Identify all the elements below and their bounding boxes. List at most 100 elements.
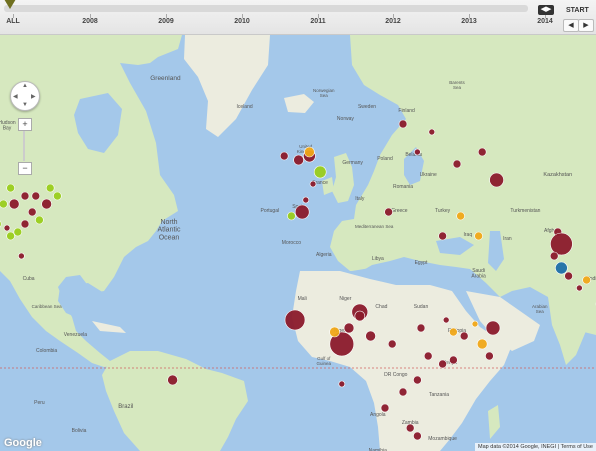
event-marker[interactable] <box>27 207 37 217</box>
event-marker[interactable] <box>405 423 415 433</box>
event-marker[interactable] <box>474 231 483 241</box>
event-marker[interactable] <box>413 375 422 385</box>
map-label-iran: Iran <box>503 236 512 242</box>
pan-up-icon[interactable]: ▲ <box>22 83 28 89</box>
event-marker[interactable] <box>582 275 591 285</box>
timeline-year-2009[interactable]: 2009 <box>158 18 174 25</box>
timeline-year-2010[interactable]: 2010 <box>234 18 250 25</box>
event-marker[interactable] <box>564 271 573 281</box>
event-marker[interactable] <box>6 231 15 241</box>
event-marker[interactable] <box>380 403 390 413</box>
event-marker[interactable] <box>485 351 494 361</box>
zoom-out-button[interactable]: − <box>18 162 32 175</box>
event-marker[interactable] <box>167 374 178 386</box>
terms-of-use-link[interactable]: Terms of Use <box>561 444 593 450</box>
event-marker[interactable] <box>442 316 450 324</box>
event-marker[interactable] <box>387 339 397 349</box>
event-marker[interactable] <box>6 183 15 193</box>
event-marker[interactable] <box>456 211 465 221</box>
event-marker[interactable] <box>416 323 426 333</box>
event-marker[interactable] <box>53 191 62 201</box>
event-marker[interactable] <box>438 359 447 369</box>
event-marker[interactable] <box>471 320 479 328</box>
timeline-handle[interactable] <box>4 0 16 9</box>
event-marker[interactable] <box>35 215 44 225</box>
event-marker[interactable] <box>3 224 11 232</box>
event-marker[interactable] <box>45 183 55 193</box>
zoom-slider[interactable] <box>23 131 25 161</box>
event-marker[interactable] <box>414 148 421 156</box>
event-marker[interactable] <box>18 252 25 260</box>
timeline-year-2012[interactable]: 2012 <box>385 18 401 25</box>
event-marker[interactable] <box>0 199 8 209</box>
map-label-venezuela: Venezuela <box>64 332 88 338</box>
map-label-egypt: Egypt <box>415 260 428 266</box>
event-marker[interactable] <box>304 146 315 158</box>
event-marker[interactable] <box>313 165 327 179</box>
pan-down-icon[interactable]: ▼ <box>22 102 28 108</box>
event-marker[interactable] <box>365 330 376 342</box>
pan-left-icon[interactable]: ◀ <box>13 93 18 100</box>
event-marker[interactable] <box>489 172 504 188</box>
zoom-in-button[interactable]: + <box>18 118 32 131</box>
start-button[interactable]: START <box>566 7 589 14</box>
timeline-year-2008[interactable]: 2008 <box>82 18 98 25</box>
event-marker[interactable] <box>329 326 340 338</box>
event-marker[interactable] <box>302 196 310 204</box>
event-marker[interactable] <box>413 431 422 441</box>
event-marker[interactable] <box>284 309 306 331</box>
event-marker[interactable] <box>549 251 559 261</box>
event-marker[interactable] <box>485 320 501 336</box>
event-marker[interactable] <box>294 204 310 220</box>
event-marker[interactable] <box>449 327 458 337</box>
event-marker[interactable] <box>8 198 20 210</box>
event-marker[interactable] <box>398 387 408 397</box>
event-marker[interactable] <box>459 331 469 341</box>
map-label-north-atlantic: North Atlantic Ocean <box>158 219 181 241</box>
map-label-algeria: Algeria <box>316 252 332 258</box>
map-label-sudan: Sudan <box>414 304 429 310</box>
timeline-year-2013[interactable]: 2013 <box>461 18 477 25</box>
event-marker[interactable] <box>550 232 573 256</box>
map-label-libya: Libya <box>372 256 384 262</box>
event-marker[interactable] <box>438 231 447 241</box>
event-marker[interactable] <box>449 355 458 365</box>
event-marker[interactable] <box>343 322 355 334</box>
timeline-year-all[interactable]: ALL <box>6 18 20 25</box>
event-marker[interactable] <box>384 207 393 217</box>
map-label-colombia: Colombia <box>36 348 57 354</box>
world-map[interactable]: NorthwesternPassagesHudsonBayGreenlandIc… <box>0 35 596 451</box>
map-label-bolivia: Bolivia <box>72 428 87 434</box>
event-marker[interactable] <box>576 284 583 292</box>
map-label-cuba: Cuba <box>23 276 35 282</box>
event-marker[interactable] <box>41 198 52 210</box>
event-marker[interactable] <box>13 227 23 237</box>
event-marker[interactable] <box>423 351 433 361</box>
event-marker[interactable] <box>31 191 41 201</box>
map-label-poland: Poland <box>377 156 393 162</box>
event-marker[interactable] <box>338 380 346 388</box>
event-marker[interactable] <box>293 154 304 166</box>
event-marker[interactable] <box>477 147 487 157</box>
timeline-track[interactable] <box>4 0 528 12</box>
pan-control[interactable]: ▲ ▼ ◀ ▶ <box>10 81 40 111</box>
event-marker[interactable] <box>452 159 462 169</box>
event-marker[interactable] <box>279 151 289 161</box>
pan-right-icon[interactable]: ▶ <box>31 93 36 100</box>
event-marker[interactable] <box>20 191 30 201</box>
event-marker[interactable] <box>309 180 317 188</box>
event-marker[interactable] <box>287 211 296 221</box>
next-arrow-icon[interactable]: ▶ <box>578 19 594 32</box>
event-marker[interactable] <box>476 338 488 350</box>
timeline-year-2011[interactable]: 2011 <box>310 18 325 25</box>
timeline-year-2014[interactable]: 2014 <box>537 18 553 25</box>
google-logo: Google <box>4 437 42 449</box>
map-label-norway: Norway <box>337 116 354 122</box>
event-marker[interactable] <box>428 128 436 136</box>
event-marker[interactable] <box>20 219 30 229</box>
event-marker[interactable] <box>354 310 366 322</box>
play-pause-icon[interactable]: ◀▶ <box>538 5 554 15</box>
event-marker[interactable] <box>555 261 568 275</box>
prev-arrow-icon[interactable]: ◀ <box>563 19 579 32</box>
event-marker[interactable] <box>398 119 408 129</box>
